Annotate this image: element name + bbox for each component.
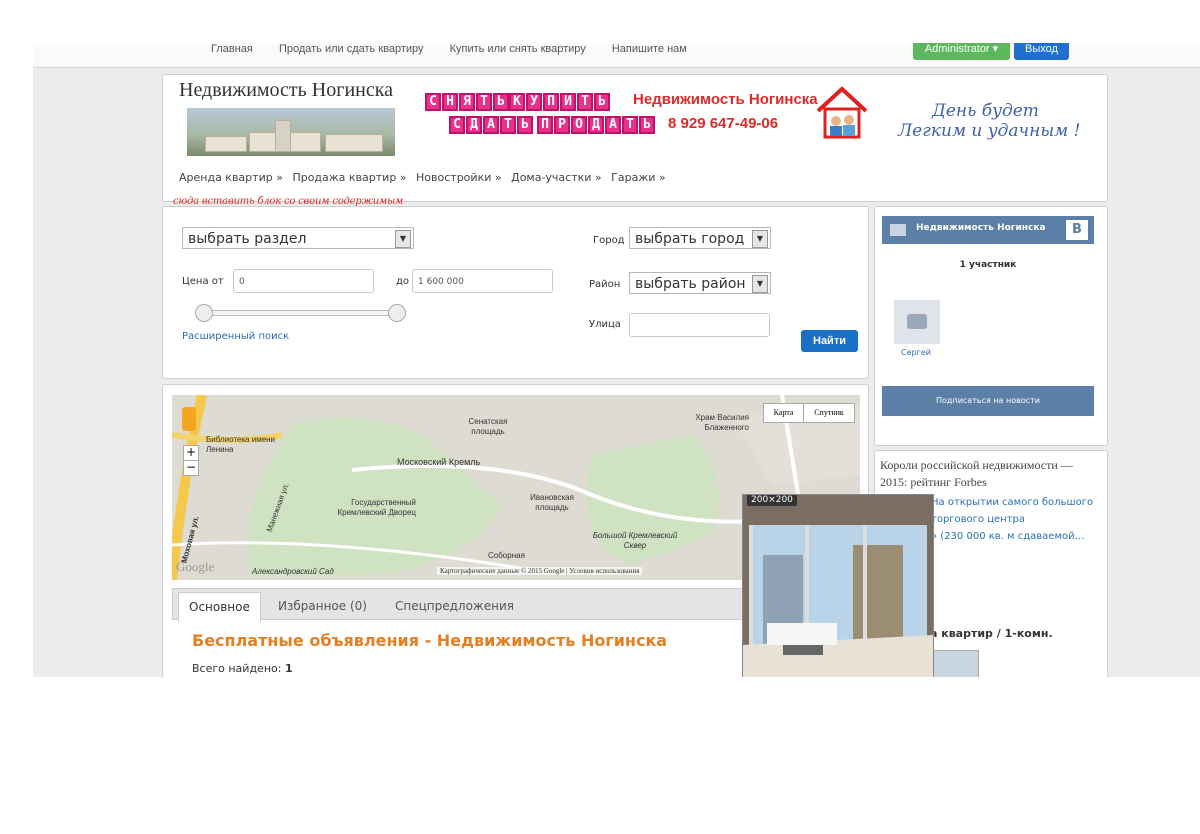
map-label-senate: Сенатская площадь [468, 417, 508, 436]
tab-favorites[interactable]: Избранное (0) [268, 592, 377, 621]
stamp-buy: КУПИТЬ [509, 93, 611, 111]
map-type-satellite[interactable]: Спутник [803, 403, 855, 423]
logo-town-image[interactable] [187, 108, 395, 156]
stamp-let: СДАТЬ [449, 116, 534, 134]
browser-viewport: Главная Продать или сдать квартиру Купит… [33, 43, 1200, 677]
brand-name: Недвижимость Ногинска [633, 91, 818, 108]
room-photo [743, 495, 933, 677]
map-label-kremlin: Московский Кремль [397, 457, 481, 467]
nav-sell[interactable]: Продать или сдать квартиру [279, 43, 424, 55]
city-select-value: выбрать город [635, 231, 745, 247]
map-label-garden: Александровский Сад [252, 567, 334, 576]
chevron-down-icon: ▾ [992, 43, 999, 55]
map-label-square: Большой Кремлевский Сквер [592, 531, 678, 550]
image-preview[interactable]: 200×200 [742, 494, 934, 677]
menu-newbuild[interactable]: Новостройки » [416, 171, 502, 184]
advanced-search-link[interactable]: Расширенный поиск [182, 331, 289, 342]
map-copyright: Картографические данные © 2015 Google | … [437, 567, 643, 575]
subscribe-button[interactable]: Подписаться на новости [882, 386, 1094, 416]
map-copyright-text: Картографические данные © 2015 Google [440, 567, 565, 575]
phone-number: 8 929 647-49-06 [668, 115, 779, 132]
menu-garages[interactable]: Гаражи » [611, 171, 665, 184]
city-label: Город [593, 235, 625, 246]
price-slider-handle-max[interactable] [388, 304, 406, 322]
top-navbar: Главная Продать или сдать квартиру Купит… [33, 43, 1200, 68]
news-line-1[interactable]: На открытии самого большого [931, 494, 1093, 511]
admin-label: Administrator [924, 43, 990, 55]
vk-members: 1 участник [959, 260, 1017, 270]
price-to-input[interactable]: 1 600 000 [412, 269, 553, 293]
group-icon [890, 224, 906, 236]
section-select-value: выбрать раздел [188, 231, 307, 247]
stamp-rent: СНЯТЬ [425, 93, 510, 111]
stamp-sell: ПРОДАТЬ [537, 116, 656, 134]
map-zoom-in[interactable]: + [183, 445, 199, 461]
listing-thumbnail[interactable] [933, 650, 979, 677]
avatar[interactable] [894, 300, 940, 344]
news-title[interactable]: Короли российской недвижимости — 2015: р… [880, 457, 1102, 491]
price-slider-handle-min[interactable] [195, 304, 213, 322]
pegman-icon[interactable] [182, 407, 196, 431]
map-label-sobor: Соборная [488, 551, 525, 560]
chevron-down-icon: ▼ [752, 230, 768, 248]
price-from-label: Цена от [182, 276, 224, 287]
menu-sale[interactable]: Продажа квартир » [292, 171, 406, 184]
image-size-badge: 200×200 [747, 495, 797, 506]
nav-buy[interactable]: Купить или снять квартиру [450, 43, 586, 55]
vk-widget-header[interactable]: Недвижимость Ногинска B [882, 216, 1094, 244]
map-label-library: Библиотека имени Ленина [206, 435, 276, 454]
vk-logo-icon: B [1066, 220, 1088, 240]
price-to-label: до [396, 276, 410, 287]
header-panel: Недвижимость Ногинска СНЯТЬ КУПИТЬ СДАТЬ… [162, 74, 1108, 202]
camera-icon [907, 314, 927, 329]
price-slider-track[interactable] [203, 310, 398, 316]
top-nav: Главная Продать или сдать квартиру Купит… [211, 43, 710, 55]
news-line-2[interactable]: торгового центра [931, 511, 1025, 528]
district-label: Район [589, 279, 621, 290]
chevron-down-icon: ▼ [395, 230, 411, 248]
map-type-map[interactable]: Карта [763, 403, 804, 423]
site-title[interactable]: Недвижимость Ногинска [179, 79, 393, 102]
chevron-down-icon: ▼ [752, 275, 768, 293]
district-select-value: выбрать район [635, 276, 746, 292]
map-label-basil: Храм Василия Блаженного [695, 413, 749, 432]
menu-houses[interactable]: Дома-участки » [511, 171, 602, 184]
find-button[interactable]: Найти [801, 330, 858, 352]
slogan: День будет Легким и удачным ! [898, 101, 1081, 141]
logout-button[interactable]: Выход [1014, 43, 1069, 60]
house-family-icon [816, 86, 868, 139]
news-line-3[interactable]: » (230 000 кв. м сдаваемой… [931, 528, 1085, 545]
street-input[interactable] [629, 313, 770, 337]
tab-main[interactable]: Основное [178, 592, 261, 622]
district-select[interactable]: выбрать район ▼ [629, 272, 771, 294]
vk-user-name[interactable]: Сергей [901, 348, 931, 357]
city-select[interactable]: выбрать город ▼ [629, 227, 771, 249]
map-label-palace: Государственный Кремлевский Дворец [337, 498, 416, 517]
menu-rent[interactable]: Аренда квартир » [179, 171, 283, 184]
listing-title[interactable]: а квартир / 1-комн. [930, 627, 1053, 640]
page-title: Бесплатные объявления - Недвижимость Ног… [192, 631, 668, 650]
google-logo: Google [176, 559, 215, 574]
map-terms-link[interactable]: Условия использования [569, 567, 639, 575]
found-value: 1 [284, 662, 293, 675]
admin-dropdown-button[interactable]: Administrator ▾ [913, 43, 1010, 60]
nav-home[interactable]: Главная [211, 43, 253, 55]
street-label: Улица [589, 319, 621, 330]
vk-group-name: Недвижимость Ногинска [916, 223, 1046, 233]
category-menu: Аренда квартир » Продажа квартир » Новос… [179, 171, 672, 184]
map-zoom-out[interactable]: − [183, 460, 199, 476]
found-count: Всего найдено: 1 [192, 662, 293, 675]
map-label-ivanov: Ивановская площадь [530, 493, 574, 512]
section-select[interactable]: выбрать раздел ▼ [182, 227, 414, 249]
price-from-input[interactable]: 0 [233, 269, 374, 293]
found-label: Всего найдено: [192, 662, 282, 675]
nav-contact[interactable]: Напишите нам [612, 43, 687, 55]
tab-special[interactable]: Спецпредложения [385, 592, 524, 621]
